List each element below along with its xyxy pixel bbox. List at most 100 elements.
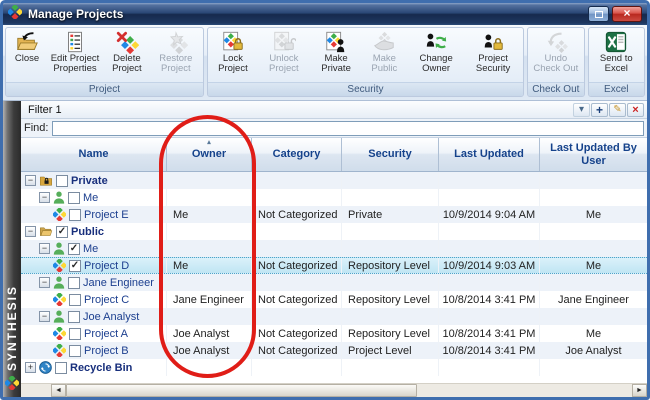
collapse-toggle[interactable]: − — [39, 243, 50, 254]
table-row[interactable]: Project CJane EngineerNot CategorizedRep… — [21, 291, 647, 308]
row-label[interactable]: Private — [71, 175, 108, 187]
body: SYNTHESIS Filter 1 ▾ + ✎ × Find: Name ▴ — [3, 101, 647, 397]
category-cell — [252, 274, 342, 291]
scroll-right-arrow[interactable]: ► — [632, 384, 647, 397]
last-updated-by-cell: Me — [540, 258, 647, 273]
delete-project-button[interactable]: Delete Project — [104, 29, 150, 76]
table-row[interactable]: − Me — [21, 189, 647, 206]
column-header-last-updated-by-user[interactable]: Last Updated By User — [540, 138, 647, 171]
row-checkbox[interactable] — [69, 294, 81, 306]
close-window-button[interactable]: × — [612, 6, 642, 22]
row-checkbox[interactable]: ✓ — [69, 260, 81, 272]
collapse-toggle[interactable]: − — [39, 277, 50, 288]
security-cell — [342, 240, 439, 257]
column-header-name[interactable]: Name — [21, 138, 167, 171]
collapse-toggle[interactable]: − — [39, 311, 50, 322]
project-security-button[interactable]: Project Security — [465, 29, 521, 76]
row-label[interactable]: Public — [71, 226, 104, 238]
row-checkbox[interactable] — [55, 362, 67, 374]
scrollbar-track[interactable] — [66, 384, 632, 397]
row-label[interactable]: Project C — [84, 294, 129, 306]
scroll-left-arrow[interactable]: ◄ — [51, 384, 66, 397]
row-checkbox[interactable] — [68, 277, 80, 289]
find-bar: Find: — [21, 119, 647, 138]
row-label[interactable]: Jane Engineer — [83, 277, 154, 289]
name-cell: − ✓Public — [21, 223, 167, 240]
row-label[interactable]: Project B — [84, 345, 129, 357]
manage-projects-window: Manage Projects × CloseEdit Project Prop… — [0, 0, 650, 400]
category-cell: Not Categorized — [252, 325, 342, 342]
filter-dropdown-icon[interactable]: ▾ — [573, 103, 590, 117]
delete-filter-icon[interactable]: × — [627, 103, 644, 117]
table-row[interactable]: − ✓Public — [21, 223, 647, 240]
last-updated-by-cell: Joe Analyst — [540, 342, 647, 359]
table-row[interactable]: − Jane Engineer — [21, 274, 647, 291]
collapse-toggle[interactable]: − — [25, 175, 36, 186]
table-row[interactable]: + Recycle Bin — [21, 359, 647, 376]
row-label[interactable]: Project A — [84, 328, 128, 340]
row-label[interactable]: Me — [83, 243, 98, 255]
ribbon-group-label: Project — [6, 82, 203, 96]
name-cell: Project A — [21, 325, 167, 342]
change-owner-button[interactable]: Change Owner — [408, 29, 464, 76]
name-cell: ✓Project D — [21, 258, 167, 273]
window-controls: × — [588, 6, 642, 22]
table-row[interactable]: − Private — [21, 172, 647, 189]
change-owner-icon — [424, 30, 448, 54]
table-row[interactable]: − ✓Me — [21, 240, 647, 257]
row-label[interactable]: Project D — [84, 260, 129, 272]
table-row[interactable]: Project AJoe AnalystNot CategorizedRepos… — [21, 325, 647, 342]
row-checkbox[interactable] — [69, 345, 81, 357]
edit-project-properties-button[interactable]: Edit Project Properties — [47, 29, 103, 76]
table-row[interactable]: Project EMeNot CategorizedPrivate10/9/20… — [21, 206, 647, 223]
add-filter-icon[interactable]: + — [591, 103, 608, 117]
security-cell: Private — [342, 206, 439, 223]
last-updated-by-cell — [540, 223, 647, 240]
row-checkbox[interactable] — [56, 175, 68, 187]
row-checkbox[interactable]: ✓ — [56, 226, 68, 238]
collapse-toggle[interactable]: − — [39, 192, 50, 203]
column-header-category[interactable]: Category — [252, 138, 342, 171]
table-row[interactable]: Project BJoe AnalystNot CategorizedProje… — [21, 342, 647, 359]
row-checkbox[interactable] — [68, 311, 80, 323]
make-private-button[interactable]: Make Private — [312, 29, 361, 76]
table-row[interactable]: ✓Project DMeNot CategorizedRepository Le… — [21, 257, 647, 274]
last-updated-by-cell — [540, 189, 647, 206]
row-checkbox[interactable] — [69, 328, 81, 340]
row-label[interactable]: Project E — [84, 209, 129, 221]
ribbon-group-label: Excel — [589, 82, 644, 96]
send-to-excel-button[interactable]: Send to Excel — [591, 29, 642, 76]
user-icon — [53, 191, 65, 204]
undo-check-out-button: Undo Check Out — [530, 29, 581, 76]
row-label[interactable]: Me — [83, 192, 98, 204]
scrollbar-thumb[interactable] — [66, 384, 417, 397]
restore-project-icon — [164, 30, 188, 54]
lock-project-button[interactable]: Lock Project — [210, 29, 256, 76]
column-header-security[interactable]: Security — [342, 138, 439, 171]
column-header-last-updated[interactable]: Last Updated — [439, 138, 540, 171]
owner-cell — [167, 223, 252, 240]
restore-button[interactable] — [588, 6, 609, 22]
row-label[interactable]: Joe Analyst — [83, 311, 139, 323]
horizontal-scrollbar[interactable]: ◄ ► — [21, 383, 647, 397]
table-row[interactable]: − Joe Analyst — [21, 308, 647, 325]
recycle-bin-icon — [39, 361, 52, 374]
row-checkbox[interactable] — [68, 192, 80, 204]
collapse-toggle[interactable]: − — [25, 226, 36, 237]
last-updated-cell: 10/8/2014 3:41 PM — [439, 291, 540, 308]
row-label[interactable]: Recycle Bin — [70, 362, 132, 374]
grid-rows: −Private−MeProject EMeNot CategorizedPri… — [21, 172, 647, 383]
owner-cell — [167, 189, 252, 206]
find-input[interactable] — [52, 121, 644, 136]
category-cell — [252, 189, 342, 206]
category-cell — [252, 240, 342, 257]
name-cell: Project C — [21, 291, 167, 308]
sort-ascending-icon: ▴ — [207, 139, 211, 147]
close-button[interactable]: Close — [8, 29, 46, 65]
column-header-owner[interactable]: ▴ Owner — [167, 138, 252, 171]
public-folder-icon — [39, 225, 53, 238]
expand-toggle[interactable]: + — [25, 362, 36, 373]
row-checkbox[interactable] — [69, 209, 81, 221]
row-checkbox[interactable]: ✓ — [68, 243, 80, 255]
edit-filter-icon[interactable]: ✎ — [609, 103, 626, 117]
